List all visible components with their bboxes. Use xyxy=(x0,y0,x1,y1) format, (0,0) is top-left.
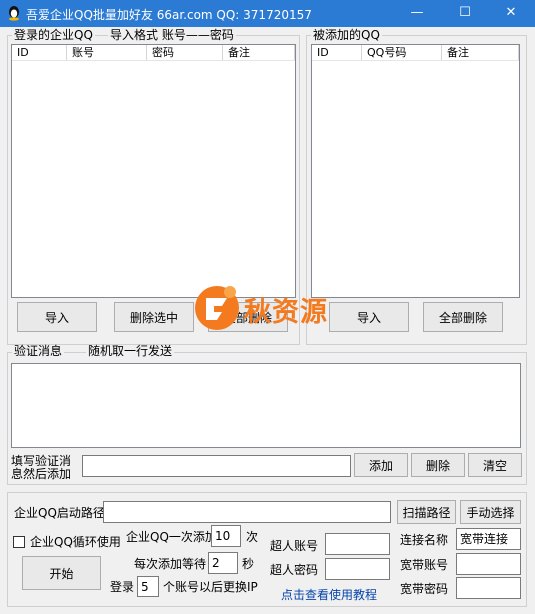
verify-random-hint: 随机取一行发送 xyxy=(86,344,175,358)
broadband-password-input[interactable] xyxy=(456,577,521,599)
broadband-account-label: 宽带账号 xyxy=(400,558,449,572)
added-qq-list[interactable]: ID QQ号码 备注 xyxy=(311,44,520,298)
connection-name-label: 连接名称 xyxy=(400,533,449,547)
wait-unit: 秒 xyxy=(242,557,255,571)
column-header-remark[interactable]: 备注 xyxy=(442,45,519,60)
change-ip-label: 个账号以后更换IP xyxy=(163,580,258,594)
per-add-unit: 次 xyxy=(246,530,259,544)
added-delete-all-button[interactable]: 全部删除 xyxy=(423,302,503,332)
added-import-button[interactable]: 导入 xyxy=(329,302,409,332)
verify-delete-button[interactable]: 删除 xyxy=(411,453,465,477)
column-header-qq-number[interactable]: QQ号码 xyxy=(362,45,442,60)
minimize-button[interactable]: — xyxy=(400,0,434,27)
column-header-account[interactable]: 账号 xyxy=(67,45,147,60)
login-account-list[interactable]: ID 账号 密码 备注 xyxy=(11,44,296,298)
title-bar: 吾爱企业QQ批量加好友 66ar.com QQ: 371720157 — ☐ ✕ xyxy=(0,0,535,27)
app-icon xyxy=(6,5,22,21)
watermark-logo-icon xyxy=(192,278,242,336)
column-header-password[interactable]: 密码 xyxy=(147,45,223,60)
qq-path-label: 企业QQ启动路径 xyxy=(14,506,105,520)
added-qq-group-label: 被添加的QQ xyxy=(311,28,382,42)
login-import-button[interactable]: 导入 xyxy=(17,302,97,332)
import-format-hint: 导入格式 账号——密码 xyxy=(108,28,236,42)
connection-name-input[interactable]: 宽带连接 xyxy=(456,528,521,550)
login-count-input[interactable]: 5 xyxy=(137,576,159,597)
per-add-input[interactable]: 10 xyxy=(211,525,241,547)
start-button[interactable]: 开始 xyxy=(22,556,101,590)
column-header-id[interactable]: ID xyxy=(312,45,362,60)
maximize-button[interactable]: ☐ xyxy=(448,0,482,27)
fill-verify-label-line1: 填写验证消 xyxy=(11,454,72,468)
loop-use-label: 企业QQ循环使用 xyxy=(30,535,121,549)
verify-message-list[interactable] xyxy=(11,363,521,448)
super-password-input[interactable] xyxy=(325,558,390,580)
loop-use-checkbox[interactable] xyxy=(13,536,25,548)
verify-message-input[interactable] xyxy=(82,455,351,477)
qq-path-input[interactable] xyxy=(103,501,391,523)
scan-path-button[interactable]: 扫描路径 xyxy=(397,500,456,524)
manual-select-button[interactable]: 手动选择 xyxy=(460,500,521,524)
login-list-header: ID 账号 密码 备注 xyxy=(12,45,295,61)
column-header-remark[interactable]: 备注 xyxy=(223,45,295,60)
delete-selected-button[interactable]: 删除选中 xyxy=(114,302,194,332)
wait-input[interactable]: 2 xyxy=(208,552,238,574)
per-add-label: 企业QQ一次添加 xyxy=(126,530,217,544)
fill-verify-label-line2: 息然后添加 xyxy=(11,467,72,481)
login-count-label: 登录 xyxy=(110,580,135,594)
window-title: 吾爱企业QQ批量加好友 66ar.com QQ: 371720157 xyxy=(26,8,312,22)
verify-add-button[interactable]: 添加 xyxy=(354,453,408,477)
super-account-label: 超人账号 xyxy=(270,539,319,553)
broadband-password-label: 宽带密码 xyxy=(400,582,449,596)
watermark-text: 秋资源 xyxy=(244,297,328,328)
login-qq-group-label: 登录的企业QQ xyxy=(12,28,95,42)
super-account-input[interactable] xyxy=(325,533,390,555)
verify-clear-button[interactable]: 清空 xyxy=(468,453,522,477)
super-password-label: 超人密码 xyxy=(270,563,319,577)
wait-label: 每次添加等待 xyxy=(134,557,207,571)
verify-message-label: 验证消息 xyxy=(12,344,65,358)
added-list-header: ID QQ号码 备注 xyxy=(312,45,519,61)
close-button[interactable]: ✕ xyxy=(494,0,528,27)
broadband-account-input[interactable] xyxy=(456,553,521,575)
column-header-id[interactable]: ID xyxy=(12,45,67,60)
tutorial-link[interactable]: 点击查看使用教程 xyxy=(281,586,377,603)
